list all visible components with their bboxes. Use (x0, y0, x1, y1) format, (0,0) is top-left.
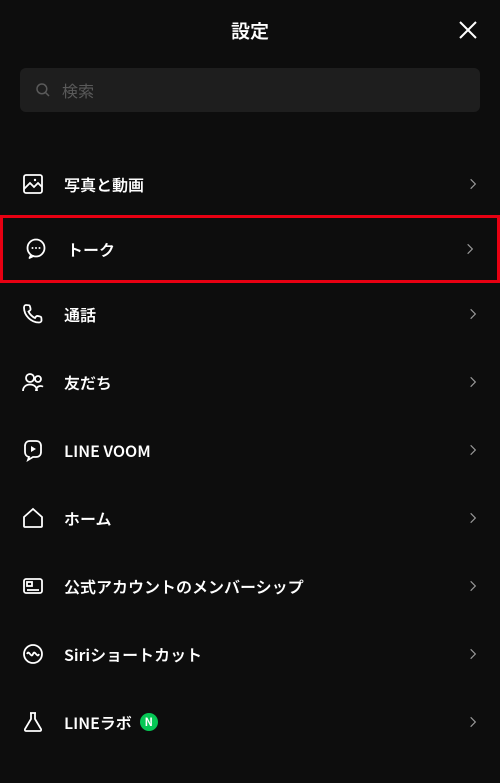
photo-icon (20, 171, 46, 197)
chevron-right-icon (466, 302, 480, 326)
search-container: 検索 (0, 60, 500, 130)
row-label: LINEラボ N (64, 710, 466, 734)
close-button[interactable] (452, 14, 484, 46)
row-label: 友だち (64, 370, 466, 394)
close-icon (456, 18, 480, 42)
chevron-right-icon (466, 642, 480, 666)
search-icon (34, 81, 52, 99)
chevron-right-icon (466, 710, 480, 734)
row-photos-videos[interactable]: 写真と動画 (0, 150, 500, 218)
row-label: 公式アカウントのメンバーシップ (64, 574, 466, 598)
row-friends[interactable]: 友だち (0, 348, 500, 416)
row-siri[interactable]: Siriショートカット (0, 620, 500, 688)
chevron-right-icon (466, 438, 480, 462)
row-label: トーク (67, 237, 463, 261)
page-title: 設定 (231, 17, 269, 44)
friends-icon (20, 369, 46, 395)
search-placeholder: 検索 (62, 78, 94, 102)
settings-list: 写真と動画 トーク 通話 友だち LINE VOOM ホーム (0, 130, 500, 756)
voom-icon (20, 437, 46, 463)
row-calls[interactable]: 通話 (0, 280, 500, 348)
flask-icon (20, 709, 46, 735)
row-label: 写真と動画 (64, 172, 466, 196)
row-label: Siriショートカット (64, 642, 466, 666)
chevron-right-icon (463, 237, 477, 261)
row-label: LINE VOOM (64, 438, 466, 462)
row-talk[interactable]: トーク (0, 215, 500, 283)
row-label: ホーム (64, 506, 466, 530)
chevron-right-icon (466, 172, 480, 196)
chevron-right-icon (466, 370, 480, 394)
row-home[interactable]: ホーム (0, 484, 500, 552)
chevron-right-icon (466, 506, 480, 530)
header: 設定 (0, 0, 500, 60)
row-label-text: LINEラボ (64, 710, 132, 734)
row-official-membership[interactable]: 公式アカウントのメンバーシップ (0, 552, 500, 620)
membership-icon (20, 573, 46, 599)
chevron-right-icon (466, 574, 480, 598)
home-icon (20, 505, 46, 531)
chat-icon (23, 236, 49, 262)
new-badge: N (140, 713, 158, 731)
phone-icon (20, 301, 46, 327)
search-input[interactable]: 検索 (20, 68, 480, 112)
row-voom[interactable]: LINE VOOM (0, 416, 500, 484)
row-label: 通話 (64, 302, 466, 326)
siri-icon (20, 641, 46, 667)
row-labs[interactable]: LINEラボ N (0, 688, 500, 756)
